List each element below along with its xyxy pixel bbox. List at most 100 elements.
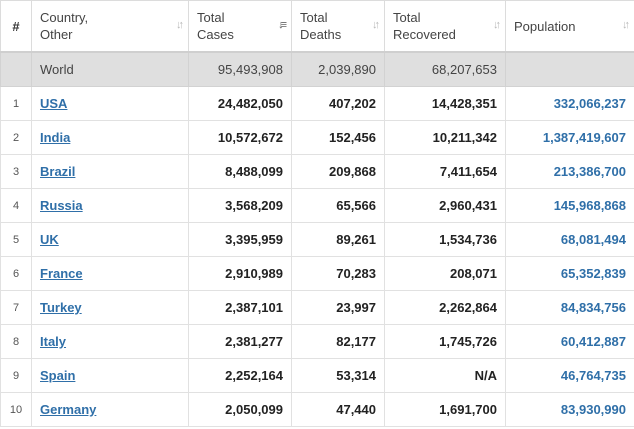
population-cell: 65,352,839 bbox=[505, 256, 634, 291]
covid-stats-table: # Country, Other ↓↑ Total Cases ↓≡ Total bbox=[0, 0, 634, 427]
header-total-recovered[interactable]: Total Recovered ↓↑ bbox=[384, 0, 506, 53]
population-cell: 46,764,735 bbox=[505, 358, 634, 393]
total-deaths-cell: 89,261 bbox=[291, 222, 385, 257]
country-link[interactable]: France bbox=[40, 266, 83, 281]
population-cell: 145,968,868 bbox=[505, 188, 634, 223]
world-country-cell: World bbox=[31, 51, 189, 87]
table-row: 8 Italy 2,381,277 82,177 1,745,726 60,412,887 bbox=[0, 324, 634, 359]
table-row: 7 Turkey 2,387,101 23,997 2,262,864 84,834,75… bbox=[0, 290, 634, 325]
population-cell: 1,387,419,607 bbox=[505, 120, 634, 155]
table-row: 9 Spain 2,252,164 53,314 N/A 46,764,735 bbox=[0, 358, 634, 393]
total-recovered-cell: 10,211,342 bbox=[384, 120, 506, 155]
country-cell[interactable]: India bbox=[31, 120, 189, 155]
total-deaths-cell: 47,440 bbox=[291, 392, 385, 427]
table-row: 4 Russia 3,568,209 65,566 2,960,431 145,968,8… bbox=[0, 188, 634, 223]
country-cell[interactable]: USA bbox=[31, 86, 189, 121]
country-link[interactable]: Italy bbox=[40, 334, 66, 349]
rank-cell: 6 bbox=[0, 256, 32, 291]
country-link[interactable]: UK bbox=[40, 232, 59, 247]
sort-both-icon[interactable]: ↓↑ bbox=[176, 19, 184, 31]
header-deaths-line2: Deaths bbox=[300, 27, 342, 42]
total-deaths-cell: 70,283 bbox=[291, 256, 385, 291]
rank-cell: 7 bbox=[0, 290, 32, 325]
total-cases-cell: 3,568,209 bbox=[188, 188, 292, 223]
sort-both-icon[interactable]: ↓↑ bbox=[493, 19, 501, 31]
sort-desc-active-icon[interactable]: ↓≡ bbox=[278, 19, 287, 31]
population-cell: 68,081,494 bbox=[505, 222, 634, 257]
world-recovered-cell: 68,207,653 bbox=[384, 51, 506, 87]
total-recovered-cell: 2,262,864 bbox=[384, 290, 506, 325]
table-row: 10 Germany 2,050,099 47,440 1,691,700 83,930,… bbox=[0, 392, 634, 427]
total-deaths-cell: 152,456 bbox=[291, 120, 385, 155]
total-cases-cell: 2,050,099 bbox=[188, 392, 292, 427]
country-cell[interactable]: Russia bbox=[31, 188, 189, 223]
population-cell: 332,066,237 bbox=[505, 86, 634, 121]
total-recovered-cell: 1,534,736 bbox=[384, 222, 506, 257]
rank-cell: 10 bbox=[0, 392, 32, 427]
total-deaths-cell: 209,868 bbox=[291, 154, 385, 189]
table-row: 3 Brazil 8,488,099 209,868 7,411,654 213,386,… bbox=[0, 154, 634, 189]
rank-cell: 1 bbox=[0, 86, 32, 121]
sort-both-icon[interactable]: ↓↑ bbox=[372, 19, 380, 31]
world-total-row: World 95,493,908 2,039,890 68,207,653 bbox=[0, 51, 634, 87]
header-country[interactable]: Country, Other ↓↑ bbox=[31, 0, 189, 53]
total-recovered-cell: N/A bbox=[384, 358, 506, 393]
total-cases-cell: 2,387,101 bbox=[188, 290, 292, 325]
total-deaths-cell: 23,997 bbox=[291, 290, 385, 325]
country-link[interactable]: India bbox=[40, 130, 70, 145]
header-deaths-line1: Total bbox=[300, 10, 328, 25]
country-link[interactable]: Spain bbox=[40, 368, 75, 383]
total-recovered-cell: 208,071 bbox=[384, 256, 506, 291]
total-cases-cell: 8,488,099 bbox=[188, 154, 292, 189]
rank-cell: 5 bbox=[0, 222, 32, 257]
sort-both-icon[interactable]: ↓↑ bbox=[622, 19, 630, 31]
population-cell: 83,930,990 bbox=[505, 392, 634, 427]
total-cases-cell: 24,482,050 bbox=[188, 86, 292, 121]
total-deaths-cell: 65,566 bbox=[291, 188, 385, 223]
country-link[interactable]: USA bbox=[40, 96, 67, 111]
country-cell[interactable]: Spain bbox=[31, 358, 189, 393]
table-row: 6 France 2,910,989 70,283 208,071 65,352,839 bbox=[0, 256, 634, 291]
country-cell[interactable]: Brazil bbox=[31, 154, 189, 189]
total-cases-cell: 3,395,959 bbox=[188, 222, 292, 257]
rank-cell: 4 bbox=[0, 188, 32, 223]
world-rank-cell bbox=[0, 51, 32, 87]
country-cell[interactable]: Italy bbox=[31, 324, 189, 359]
total-recovered-cell: 1,745,726 bbox=[384, 324, 506, 359]
rank-cell: 3 bbox=[0, 154, 32, 189]
table-row: 1 USA 24,482,050 407,202 14,428,351 332,066,2… bbox=[0, 86, 634, 121]
table-row: 5 UK 3,395,959 89,261 1,534,736 68,081,494 bbox=[0, 222, 634, 257]
table-row: 2 India 10,572,672 152,456 10,211,342 1,387,4… bbox=[0, 120, 634, 155]
header-recovered-line1: Total bbox=[393, 10, 421, 25]
header-recovered-line2: Recovered bbox=[393, 27, 456, 42]
country-cell[interactable]: Germany bbox=[31, 392, 189, 427]
header-total-deaths[interactable]: Total Deaths ↓↑ bbox=[291, 0, 385, 53]
header-cases-line2: Cases bbox=[197, 27, 234, 42]
total-cases-cell: 10,572,672 bbox=[188, 120, 292, 155]
world-cases-cell: 95,493,908 bbox=[188, 51, 292, 87]
country-cell[interactable]: France bbox=[31, 256, 189, 291]
world-deaths-cell: 2,039,890 bbox=[291, 51, 385, 87]
country-link[interactable]: Brazil bbox=[40, 164, 75, 179]
population-cell: 84,834,756 bbox=[505, 290, 634, 325]
header-total-cases[interactable]: Total Cases ↓≡ bbox=[188, 0, 292, 53]
country-cell[interactable]: Turkey bbox=[31, 290, 189, 325]
world-population-cell bbox=[505, 51, 634, 87]
country-link[interactable]: Russia bbox=[40, 198, 83, 213]
country-cell[interactable]: UK bbox=[31, 222, 189, 257]
country-link[interactable]: Turkey bbox=[40, 300, 82, 315]
country-link[interactable]: Germany bbox=[40, 402, 96, 417]
population-cell: 213,386,700 bbox=[505, 154, 634, 189]
total-cases-cell: 2,252,164 bbox=[188, 358, 292, 393]
total-cases-cell: 2,910,989 bbox=[188, 256, 292, 291]
total-cases-cell: 2,381,277 bbox=[188, 324, 292, 359]
header-population[interactable]: Population ↓↑ bbox=[505, 0, 634, 53]
rank-cell: 9 bbox=[0, 358, 32, 393]
total-recovered-cell: 7,411,654 bbox=[384, 154, 506, 189]
header-country-line1: Country, bbox=[40, 10, 89, 25]
header-row: # Country, Other ↓↑ Total Cases ↓≡ Total bbox=[0, 0, 634, 53]
total-recovered-cell: 1,691,700 bbox=[384, 392, 506, 427]
population-cell: 60,412,887 bbox=[505, 324, 634, 359]
total-deaths-cell: 53,314 bbox=[291, 358, 385, 393]
header-index: # bbox=[0, 0, 32, 53]
